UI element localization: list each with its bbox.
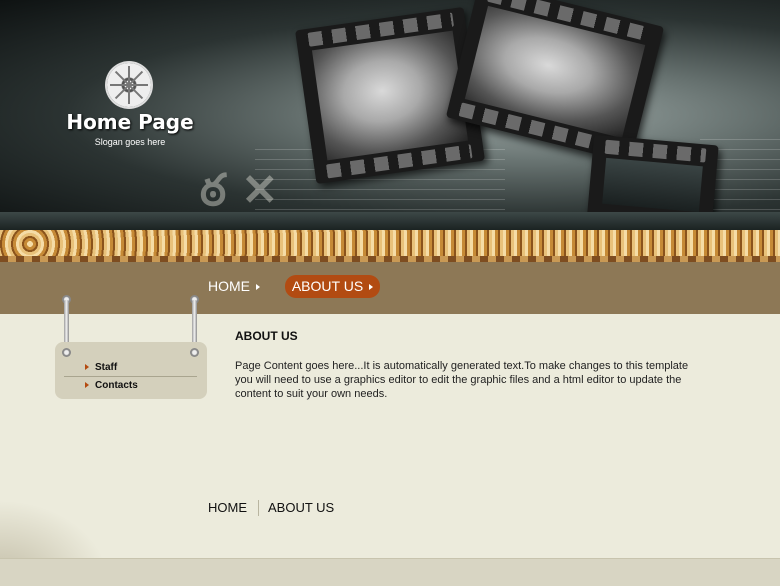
arrow-right-icon <box>369 284 374 291</box>
header-bottom-bar <box>0 212 780 230</box>
sidebar-item-label: Contacts <box>95 380 138 391</box>
rivet-icon <box>190 348 199 357</box>
ornamental-border <box>0 230 780 262</box>
site-slogan: Slogan goes here <box>94 137 166 147</box>
header-banner: ఠ ✕ Home Page Slogan goes here <box>0 0 780 230</box>
nav-about-us-label: ABOUT US <box>291 278 364 294</box>
content-heading: ABOUT US <box>235 329 298 343</box>
nav-home-link[interactable]: HOME <box>208 275 260 298</box>
footer-home-link[interactable]: HOME <box>208 500 247 515</box>
nav-home-label: HOME <box>208 278 250 294</box>
sidebar-item-contacts[interactable]: Contacts <box>85 380 138 398</box>
site-title: Home Page <box>66 110 194 134</box>
footer-about-us-link[interactable]: ABOUT US <box>268 500 334 515</box>
bullet-arrow-icon <box>85 382 89 389</box>
sidebar-divider <box>64 376 197 377</box>
nav-band <box>0 262 780 314</box>
nav-about-us-link[interactable]: ABOUT US <box>285 275 380 298</box>
content-paragraph: Page Content goes here...It is automatic… <box>235 360 689 400</box>
bullet-arrow-icon <box>85 364 89 371</box>
footer-divider <box>258 500 259 516</box>
film-reel-logo-icon <box>107 63 151 107</box>
sidebar-item-label: Staff <box>95 362 118 373</box>
sidebar-item-staff[interactable]: Staff <box>85 362 117 380</box>
arrow-right-icon <box>256 284 260 291</box>
page-bottom-strip <box>0 558 780 586</box>
rivet-icon <box>62 348 71 357</box>
